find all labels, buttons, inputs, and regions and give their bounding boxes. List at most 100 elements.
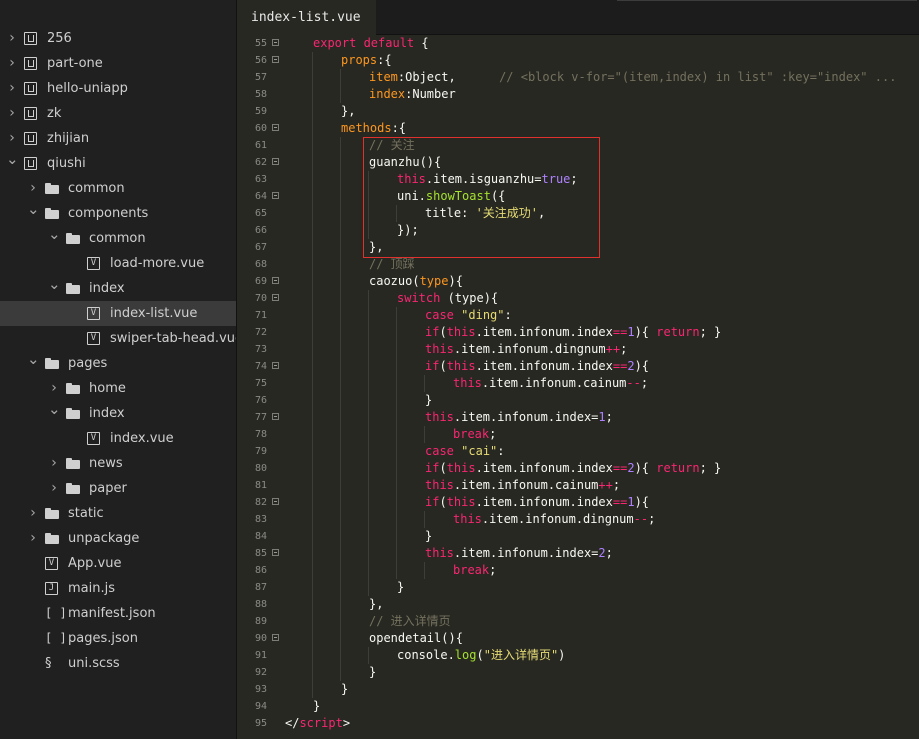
tab-index-list-vue[interactable]: index-list.vue — [237, 0, 376, 35]
code-line[interactable]: 67}, — [237, 239, 919, 256]
tree-item-index-list-vue[interactable]: Vindex-list.vue — [0, 301, 236, 326]
code-line[interactable]: 62 guanzhu(){ — [237, 154, 919, 171]
tree-item-app-vue[interactable]: V App.vue — [0, 551, 236, 576]
code-line[interactable]: 66}); — [237, 222, 919, 239]
tree-item-256[interactable]: › 256 — [0, 26, 236, 51]
indent-guide — [312, 545, 313, 562]
tree-item-label: qiushi — [47, 156, 86, 171]
code-line[interactable]: 92} — [237, 664, 919, 681]
tree-item-zk[interactable]: › zk — [0, 101, 236, 126]
tree-item-qiushi[interactable]: ⌄ qiushi — [0, 150, 236, 176]
chevron-down-icon[interactable]: ⌄ — [27, 197, 40, 222]
code-editor[interactable]: 55 export default {56 props:{57 item:Object… — [237, 35, 919, 739]
tree-item-main-js[interactable]: Jmain.js — [0, 576, 236, 601]
code-line[interactable]: 77 this.item.infonum.index=1; — [237, 409, 919, 426]
code-line[interactable]: 93} — [237, 681, 919, 698]
code-line[interactable]: 69 caozuo(type){ — [237, 273, 919, 290]
code-line[interactable]: 81 this.item.infonum.cainum++; — [237, 477, 919, 494]
code-line[interactable]: 87} — [237, 579, 919, 596]
fold-toggle-icon[interactable] — [272, 192, 279, 199]
chevron-right-icon[interactable]: › — [27, 526, 39, 551]
chevron-down-icon[interactable]: ⌄ — [27, 347, 40, 372]
code-line[interactable]: 70 switch (type){ — [237, 290, 919, 307]
code-line[interactable]: 73 this.item.infonum.dingnum++; — [237, 341, 919, 358]
tree-item-static[interactable]: › static — [0, 501, 236, 526]
fold-toggle-icon[interactable] — [272, 277, 279, 284]
chevron-right-icon[interactable]: › — [48, 476, 60, 501]
code-line[interactable]: 88}, — [237, 596, 919, 613]
code-line[interactable]: 80 if(this.item.infonum.index==2){ return… — [237, 460, 919, 477]
fold-toggle-icon[interactable] — [272, 549, 279, 556]
code-line[interactable]: 72 if(this.item.infonum.index==1){ return… — [237, 324, 919, 341]
code-line[interactable]: 63 this.item.isguanzhu=true; — [237, 171, 919, 188]
code-line[interactable]: 58 index:Number — [237, 86, 919, 103]
code-line[interactable]: 83 this.item.infonum.dingnum--; — [237, 511, 919, 528]
fold-toggle-icon[interactable] — [272, 413, 279, 420]
fold-toggle-icon[interactable] — [272, 39, 279, 46]
code-line[interactable]: 60 methods:{ — [237, 120, 919, 137]
code-line[interactable]: 89 // 进入详情页 — [237, 613, 919, 630]
chevron-right-icon[interactable]: › — [6, 26, 18, 51]
tree-item-part-one[interactable]: › part-one — [0, 51, 236, 76]
tree-item-common[interactable]: ⌄ common — [0, 225, 236, 251]
chevron-right-icon[interactable]: › — [48, 451, 60, 476]
code-line[interactable]: 95 </script> — [237, 715, 919, 732]
tree-item-hello-uniapp[interactable]: › hello-uniapp — [0, 76, 236, 101]
fold-toggle-icon[interactable] — [272, 294, 279, 301]
code-line[interactable]: 71 case "ding": — [237, 307, 919, 324]
code-line[interactable]: 90 opendetail(){ — [237, 630, 919, 647]
indent-guide — [340, 375, 341, 392]
chevron-down-icon[interactable]: ⌄ — [48, 272, 61, 297]
code-line[interactable]: 82 if(this.item.infonum.index==1){ — [237, 494, 919, 511]
tree-item-index[interactable]: ⌄ index — [0, 275, 236, 301]
code-line[interactable]: 59}, — [237, 103, 919, 120]
tree-item-unpackage[interactable]: › unpackage — [0, 526, 236, 551]
tree-item-manifest-json[interactable]: [ ] manifest.json — [0, 601, 236, 626]
tree-item-components[interactable]: ⌄ components — [0, 200, 236, 226]
code-line[interactable]: 61 // 关注 — [237, 137, 919, 154]
code-line[interactable]: 91 console.log("进入详情页") — [237, 647, 919, 664]
code-line[interactable]: 55 export default { — [237, 35, 919, 52]
code-line[interactable]: 68 // 顶踩 — [237, 256, 919, 273]
fold-toggle-icon[interactable] — [272, 158, 279, 165]
code-line[interactable]: 94} — [237, 698, 919, 715]
fold-toggle-icon[interactable] — [272, 362, 279, 369]
chevron-right-icon[interactable]: › — [6, 51, 18, 76]
chevron-right-icon[interactable]: › — [6, 101, 18, 126]
code-line[interactable]: 64 uni.showToast({ — [237, 188, 919, 205]
tree-item-index-vue[interactable]: Vindex.vue — [0, 426, 236, 451]
tree-item-paper[interactable]: › paper — [0, 476, 236, 501]
code-line[interactable]: 79 case "cai": — [237, 443, 919, 460]
code-token: == — [612, 325, 628, 339]
fold-toggle-icon[interactable] — [272, 56, 279, 63]
tree-item-index[interactable]: ⌄ index — [0, 400, 236, 426]
tree-item-load-more-vue[interactable]: Vload-more.vue — [0, 251, 236, 276]
chevron-right-icon[interactable]: › — [6, 76, 18, 101]
code-line[interactable]: 78 break; — [237, 426, 919, 443]
chevron-right-icon[interactable]: › — [27, 501, 39, 526]
tree-item-uni-scss[interactable]: § uni.scss — [0, 651, 236, 676]
code-line[interactable]: 65 title: '关注成功', — [237, 205, 919, 222]
code-line[interactable]: 85 this.item.infonum.index=2; — [237, 545, 919, 562]
chevron-down-icon[interactable]: ⌄ — [48, 397, 61, 422]
fold-toggle-icon[interactable] — [272, 634, 279, 641]
code-line[interactable]: 75 this.item.infonum.cainum--; — [237, 375, 919, 392]
tree-item-pages[interactable]: ⌄ pages — [0, 350, 236, 376]
tree-item-home[interactable]: › home — [0, 376, 236, 401]
code-line[interactable]: 76} — [237, 392, 919, 409]
code-line[interactable]: 57 item:Object, // <block v-for="(item,in… — [237, 69, 919, 86]
chevron-down-icon[interactable]: ⌄ — [6, 147, 19, 172]
chevron-down-icon[interactable]: ⌄ — [48, 222, 61, 247]
tree-item-pages-json[interactable]: [ ] pages.json — [0, 626, 236, 651]
code-token: .item.infonum.index — [475, 325, 613, 339]
tree-item-news[interactable]: › news — [0, 451, 236, 476]
code-token: "ding" — [461, 308, 505, 322]
code-line[interactable]: 84} — [237, 528, 919, 545]
code-line[interactable]: 74 if(this.item.infonum.index==2){ — [237, 358, 919, 375]
code-line[interactable]: 86 break; — [237, 562, 919, 579]
code-line[interactable]: 56 props:{ — [237, 52, 919, 69]
fold-toggle-icon[interactable] — [272, 498, 279, 505]
tree-item-zhijian[interactable]: › zhijian — [0, 126, 236, 151]
fold-toggle-icon[interactable] — [272, 124, 279, 131]
code-token: ++ — [598, 478, 613, 492]
